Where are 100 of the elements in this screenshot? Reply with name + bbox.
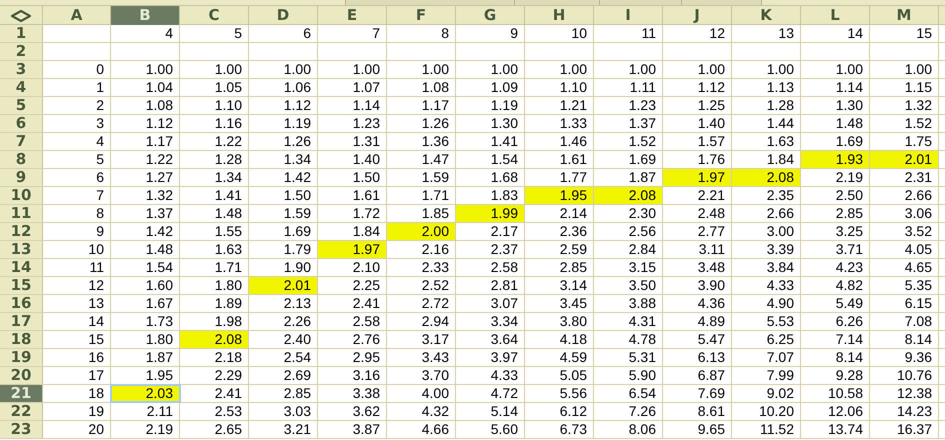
row-header[interactable]: 5	[0, 97, 43, 114]
table-cell: 5.31	[594, 349, 663, 366]
table-cell: 2.19	[111, 421, 180, 438]
table-cell: 1.46	[525, 133, 594, 150]
table-cell: 0	[43, 61, 111, 78]
table-cell: 4.18	[525, 331, 594, 348]
table-cell: 9	[43, 223, 111, 240]
row-header[interactable]: 14	[0, 259, 43, 276]
table-cell: 1.30	[801, 97, 870, 114]
column-header[interactable]: D	[249, 6, 318, 25]
table-cell: 16.37	[870, 421, 939, 438]
table-cell: 2.48	[663, 205, 732, 222]
table-cell: 13	[43, 295, 111, 312]
table-cell: 1.76	[663, 151, 732, 168]
table-cell: 1.97	[318, 241, 387, 258]
table-cell: 1.00	[525, 61, 594, 78]
row-header[interactable]: 10	[0, 187, 43, 204]
table-cell: 1.87	[111, 349, 180, 366]
row-header[interactable]: 6	[0, 115, 43, 132]
table-cell: 2.08	[594, 187, 663, 204]
table-cell: 1.71	[387, 187, 456, 204]
row-header[interactable]: 11	[0, 205, 43, 222]
table-cell: 1.00	[387, 61, 456, 78]
table-cell: 2.81	[456, 277, 525, 294]
table-cell: 2.35	[732, 187, 801, 204]
row-header[interactable]: 22	[0, 403, 43, 420]
row-header[interactable]: 13	[0, 241, 43, 258]
table-cell: 2.11	[111, 403, 180, 420]
table-cell: 1.48	[801, 115, 870, 132]
column-header[interactable]: E	[318, 6, 387, 25]
column-header[interactable]: L	[801, 6, 870, 25]
table-cell: 20	[43, 421, 111, 438]
table-cell: 2.19	[801, 169, 870, 186]
table-cell: 1.30	[456, 115, 525, 132]
table-cell: 1.11	[594, 79, 663, 96]
table-cell: 5.05	[525, 367, 594, 384]
row-header[interactable]: 1	[0, 25, 43, 42]
table-cell: 1.25	[663, 97, 732, 114]
row-header[interactable]: 20	[0, 367, 43, 384]
column-header[interactable]: G	[456, 6, 525, 25]
table-cell: 2.33	[387, 259, 456, 276]
row-header[interactable]: 23	[0, 421, 43, 438]
row-header[interactable]: 21	[0, 385, 43, 402]
table-cell: 3.70	[387, 367, 456, 384]
table-cell: 2.18	[180, 349, 249, 366]
table-cell: 4.33	[456, 367, 525, 384]
table-cell: 8.14	[801, 349, 870, 366]
table-cell: 1.28	[180, 151, 249, 168]
table-cell: 2.66	[732, 205, 801, 222]
row-header[interactable]: 7	[0, 133, 43, 150]
row-header[interactable]: 16	[0, 295, 43, 312]
column-header[interactable]: J	[663, 6, 732, 25]
table-cell: 3.34	[456, 313, 525, 330]
table-cell: 9.36	[870, 349, 939, 366]
table-cell: 11	[43, 259, 111, 276]
row-header[interactable]: 18	[0, 331, 43, 348]
table-cell: 1.52	[594, 133, 663, 150]
table-cell: 2.30	[594, 205, 663, 222]
table-cell: 1.59	[249, 205, 318, 222]
table-cell: 1	[43, 79, 111, 96]
table-cell: 4.78	[594, 331, 663, 348]
row-header[interactable]: 4	[0, 79, 43, 96]
table-cell: 2.36	[525, 223, 594, 240]
table-cell: 7	[318, 25, 387, 42]
row-header[interactable]: 19	[0, 349, 43, 366]
row-header[interactable]: 17	[0, 313, 43, 330]
table-cell: 1.48	[180, 205, 249, 222]
row-header[interactable]: 9	[0, 169, 43, 186]
column-header[interactable]: B	[111, 6, 180, 25]
table-cell: 10.20	[732, 403, 801, 420]
column-header[interactable]: I	[594, 6, 663, 25]
table-cell: 1.77	[525, 169, 594, 186]
table-cell: 1.26	[387, 115, 456, 132]
table-cell: 10	[525, 25, 594, 42]
column-header[interactable]: K	[732, 6, 801, 25]
row-header[interactable]: 15	[0, 277, 43, 294]
table-cell: 7.14	[801, 331, 870, 348]
table-cell: 2.40	[249, 331, 318, 348]
column-header[interactable]: F	[387, 6, 456, 25]
table-cell: 3.25	[801, 223, 870, 240]
table-cell: 1.00	[594, 61, 663, 78]
table-cell: 6.73	[525, 421, 594, 438]
row-header[interactable]: 8	[0, 151, 43, 168]
table-cell: 1.93	[801, 151, 870, 168]
row-header[interactable]: 3	[0, 61, 43, 78]
table-cell: 3.97	[456, 349, 525, 366]
table-cell: 4	[43, 133, 111, 150]
table-cell: 4.36	[663, 295, 732, 312]
row-header[interactable]: 12	[0, 223, 43, 240]
table-cell: 1.00	[456, 61, 525, 78]
column-header[interactable]: H	[525, 6, 594, 25]
table-cell: 2.01	[249, 277, 318, 294]
table-cell: 1.31	[318, 133, 387, 150]
table-cell: 3.88	[594, 295, 663, 312]
table-cell: 6.15	[870, 295, 939, 312]
table-cell: 1.47	[387, 151, 456, 168]
column-header[interactable]: M	[870, 6, 939, 25]
column-header[interactable]: C	[180, 6, 249, 25]
row-header[interactable]: 2	[0, 43, 43, 60]
table-cell: 6.25	[732, 331, 801, 348]
